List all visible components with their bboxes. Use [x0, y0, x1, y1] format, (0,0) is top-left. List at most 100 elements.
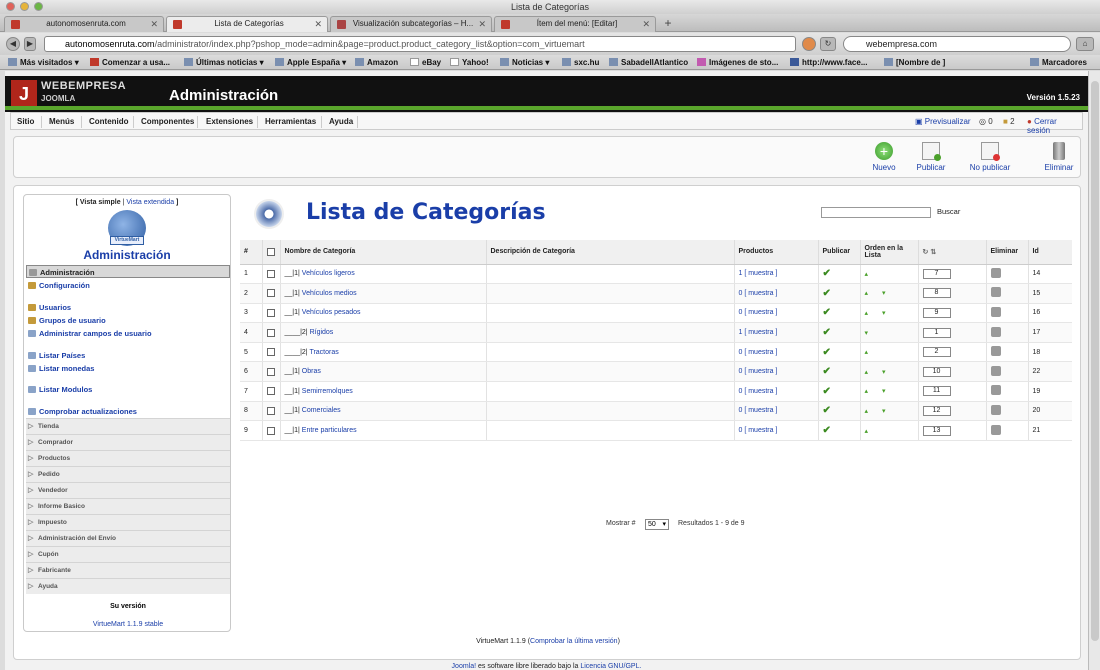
row-checkbox[interactable]	[266, 348, 275, 357]
order-input[interactable]: 13	[922, 425, 951, 436]
order-input[interactable]: 12	[922, 405, 951, 416]
row-products[interactable]: 0 [ muestra ]	[734, 361, 819, 383]
url-bar[interactable]: autonomosenruta.com/administrator/index.…	[44, 36, 796, 52]
category-link[interactable]: Obras	[302, 368, 321, 375]
row-checkbox[interactable]	[266, 367, 275, 376]
row-delete[interactable]	[986, 381, 1029, 402]
preview-link[interactable]: ▣ Previsualizar	[915, 117, 971, 126]
row-products[interactable]: 0 [ muestra ]	[734, 283, 819, 304]
published-check-icon[interactable]: ✔	[823, 405, 831, 416]
reorder-arrows-icon[interactable]: ▴	[865, 271, 875, 278]
row-order-arrows[interactable]: ▴ ▾	[860, 303, 919, 324]
sidebar-item-grupos[interactable]: Grupos de usuario	[26, 314, 230, 327]
row-delete[interactable]	[986, 303, 1029, 324]
sidebar-section-informe[interactable]: Informe Basico	[26, 498, 230, 515]
close-tab-icon[interactable]: ✕	[314, 17, 322, 31]
products-link[interactable]: 0 [ muestra ]	[739, 427, 778, 434]
published-check-icon[interactable]: ✔	[823, 288, 831, 299]
bookmark-item[interactable]: Comenzar a usa...	[90, 55, 170, 69]
bookmark-item[interactable]: Más visitados ▾	[8, 55, 79, 69]
sidebar-item-usuarios[interactable]: Usuarios	[26, 301, 230, 314]
row-select[interactable]	[262, 361, 281, 383]
bookmark-item[interactable]: sxc.hu	[562, 55, 599, 69]
row-order-arrows[interactable]: ▴	[860, 342, 919, 363]
tab-autonomos[interactable]: autonomosenruta.com ✕	[4, 16, 164, 32]
products-link[interactable]: 0 [ muestra ]	[739, 349, 778, 356]
sidebar-section-vendedor[interactable]: Vendedor	[26, 482, 230, 499]
bookmark-item[interactable]: Marcadores	[1030, 55, 1087, 69]
row-order-input[interactable]: 12	[918, 401, 987, 422]
row-order-input[interactable]: 1	[918, 322, 987, 343]
logout-link[interactable]: ● Cerrar sesión	[1027, 117, 1082, 135]
products-link[interactable]: 0 [ muestra ]	[739, 309, 778, 316]
refresh-icon[interactable]: ↻	[923, 249, 929, 256]
bookmark-item[interactable]: SabadellAtlantico	[609, 55, 688, 69]
license-link[interactable]: Licencia GNU/GPL.	[580, 663, 641, 670]
row-delete[interactable]	[986, 322, 1029, 343]
category-link[interactable]: Vehículos medios	[302, 290, 357, 297]
bookmark-item[interactable]: http://www.face...	[790, 55, 867, 69]
col-order-save[interactable]: ↻ ⇅	[918, 240, 987, 265]
reorder-arrows-icon[interactable]: ▴ ▾	[865, 408, 892, 415]
publish-button[interactable]: Publicar	[906, 142, 956, 172]
forward-button[interactable]: ▶	[24, 37, 36, 51]
view-simple-link[interactable]: [ Vista simple	[76, 199, 121, 206]
products-link[interactable]: 0 [ muestra ]	[739, 290, 778, 297]
bookmark-item[interactable]: Últimas noticias ▾	[184, 55, 264, 69]
row-select[interactable]	[262, 303, 281, 324]
row-order-input[interactable]: 2	[918, 342, 987, 363]
order-input[interactable]: 9	[922, 307, 951, 318]
category-link[interactable]: Semirremolques	[302, 388, 353, 395]
row-order-input[interactable]: 11	[918, 381, 987, 402]
reorder-arrows-icon[interactable]: ▴	[865, 428, 875, 435]
order-input[interactable]: 2	[922, 347, 951, 358]
bookmark-item[interactable]: Amazon	[355, 55, 398, 69]
delete-icon[interactable]	[990, 404, 1001, 415]
tab-categorias[interactable]: Lista de Categorías ✕	[166, 16, 328, 32]
published-check-icon[interactable]: ✔	[823, 307, 831, 318]
sidebar-section-productos[interactable]: Productos	[26, 450, 230, 467]
row-checkbox[interactable]	[266, 269, 275, 278]
sidebar-section-fabricante[interactable]: Fabricante	[26, 562, 230, 579]
menu-herramientas[interactable]: Herramientas	[265, 117, 316, 126]
row-order-arrows[interactable]: ▴ ▾	[860, 283, 919, 304]
bookmark-item[interactable]: Yahoo!	[450, 55, 489, 69]
row-published[interactable]: ✔	[818, 342, 861, 363]
check-latest-link[interactable]: Comprobar la última versión	[530, 638, 618, 645]
reorder-arrows-icon[interactable]: ▴ ▾	[865, 388, 892, 395]
row-select[interactable]	[262, 264, 281, 285]
sidebar-item-campos[interactable]: Administrar campos de usuario	[26, 327, 230, 340]
page-scrollbar[interactable]	[1088, 71, 1100, 670]
sidebar-section-ayuda[interactable]: Ayuda	[26, 578, 230, 595]
products-link[interactable]: 0 [ muestra ]	[739, 368, 778, 375]
new-button[interactable]: + Nuevo	[859, 142, 909, 172]
per-page-select[interactable]: 50 ▾	[645, 519, 669, 530]
row-checkbox[interactable]	[266, 308, 275, 317]
close-window-button[interactable]	[6, 2, 15, 11]
row-select[interactable]	[262, 283, 281, 304]
row-published[interactable]: ✔	[818, 420, 861, 441]
close-tab-icon[interactable]: ✕	[150, 17, 158, 31]
row-published[interactable]: ✔	[818, 322, 861, 343]
sidebar-item-paises[interactable]: Listar Países	[26, 349, 230, 362]
vm-version-link[interactable]: VirtueMart 1.1.9 stable	[24, 621, 232, 628]
bookmark-item[interactable]: eBay	[410, 55, 441, 69]
delete-icon[interactable]	[990, 346, 1001, 357]
sidebar-item-monedas[interactable]: Listar monedas	[26, 362, 230, 375]
row-order-input[interactable]: 10	[918, 361, 987, 383]
row-published[interactable]: ✔	[818, 361, 861, 383]
users-count[interactable]: ■ 2	[1003, 117, 1015, 126]
row-select[interactable]	[262, 420, 281, 441]
delete-icon[interactable]	[990, 365, 1001, 376]
row-products[interactable]: 0 [ muestra ]	[734, 303, 819, 324]
category-link[interactable]: Rígidos	[310, 329, 334, 336]
back-button[interactable]: ◀	[6, 37, 20, 51]
search-button[interactable]: Buscar	[937, 207, 960, 216]
sidebar-section-pedido[interactable]: Pedido	[26, 466, 230, 483]
menu-ayuda[interactable]: Ayuda	[329, 117, 353, 126]
delete-icon[interactable]	[990, 287, 1001, 298]
close-tab-icon[interactable]: ✕	[478, 17, 486, 31]
published-check-icon[interactable]: ✔	[823, 268, 831, 279]
col-name[interactable]: Nombre de Categoría	[280, 240, 487, 265]
category-link[interactable]: Vehículos pesados	[302, 309, 361, 316]
